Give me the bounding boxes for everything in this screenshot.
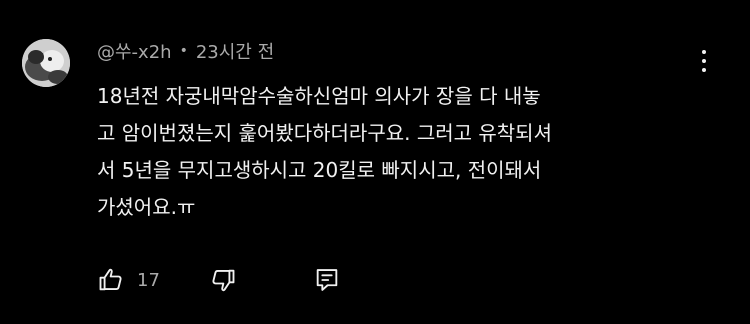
comment-text-line: 서 5년을 무지고생하시고 20킬로 빠지시고, 전이돼서 — [97, 158, 542, 182]
thumbs-down-icon — [212, 269, 235, 292]
avatar-image — [22, 39, 70, 87]
comment-actions: 17 — [97, 264, 357, 296]
comment-meta: @쑤-x2h • 23시간 전 — [97, 38, 274, 64]
comment-text: 18년전 자궁내막암수술하신엄마 의사가 장을 다 내놓 고 암이번졌는지 훑어… — [97, 78, 717, 226]
author-name[interactable]: @쑤-x2h — [97, 38, 172, 64]
comment-text-line: 18년전 자궁내막암수술하신엄마 의사가 장을 다 내놓 — [97, 84, 541, 108]
like-count: 17 — [137, 269, 160, 291]
more-dot — [702, 50, 706, 54]
dislike-button[interactable] — [209, 264, 237, 296]
meta-separator: • — [179, 43, 188, 59]
more-dot — [702, 59, 706, 63]
thumbs-up-icon — [99, 268, 122, 291]
comment-timestamp[interactable]: 23시간 전 — [196, 38, 274, 64]
more-vertical-icon[interactable] — [692, 44, 716, 78]
comment-text-line: 고 암이번졌는지 훑어봤다하더라구요. 그러고 유착되셔 — [97, 121, 552, 145]
comment-card: @쑤-x2h • 23시간 전 18년전 자궁내막암수술하신엄마 의사가 장을 … — [0, 0, 750, 324]
reply-comment-icon — [316, 269, 338, 291]
more-dot — [702, 68, 706, 72]
reply-button[interactable] — [313, 264, 341, 296]
comment-text-line: 가셨어요.ㅠ — [97, 195, 196, 219]
like-button[interactable]: 17 — [97, 264, 160, 296]
avatar[interactable] — [22, 39, 70, 87]
